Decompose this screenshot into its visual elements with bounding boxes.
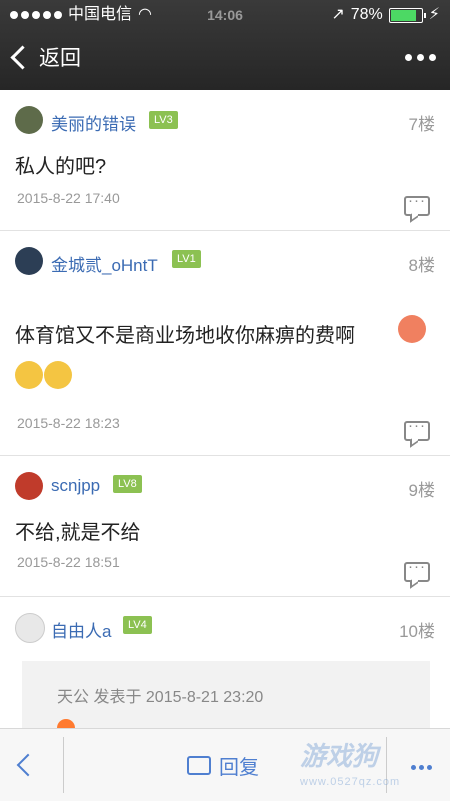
quote-header: 天公 发表于 2015-8-21 23:20 [57, 689, 264, 706]
more-options-button[interactable] [411, 765, 432, 770]
level-badge: LV4 [123, 616, 152, 634]
floor-number: 7楼 [408, 115, 435, 134]
smirk-emoji-icon [15, 361, 43, 389]
watermark-text: 游戏狗 [300, 741, 379, 771]
nav-bar: 返回 [0, 30, 450, 90]
post-list: 美丽的错误 LV3 7楼 私人的吧? 2015-8-22 17:40 金城贰_o… [0, 90, 450, 751]
floor-number: 8楼 [408, 256, 435, 275]
level-badge: LV3 [149, 111, 178, 129]
avatar[interactable] [15, 247, 43, 275]
status-bar: 中国电信 ◠ 14:06 ↗ 78% ⚡ [0, 0, 450, 30]
post-timestamp: 2015-8-22 18:23 [17, 415, 120, 431]
more-dots-icon [405, 54, 412, 61]
level-badge: LV8 [113, 475, 142, 493]
username[interactable]: scnjpp [51, 476, 100, 496]
watermark-url: www.0527qz.com [300, 776, 401, 788]
angry-emoji-icon [398, 315, 426, 343]
level-badge: LV1 [172, 250, 201, 268]
post-item: 美丽的错误 LV3 7楼 私人的吧? 2015-8-22 17:40 [0, 90, 450, 231]
status-right: ↗ 78% ⚡ [331, 0, 440, 30]
reply-button[interactable]: 回复 [187, 751, 259, 780]
floor-number: 10楼 [399, 622, 435, 641]
avatar[interactable] [15, 613, 45, 643]
divider [63, 737, 64, 793]
reply-label: 回复 [219, 757, 259, 779]
comment-icon [187, 756, 211, 775]
more-button[interactable] [405, 54, 436, 61]
back-label: 返回 [39, 47, 81, 70]
post-timestamp: 2015-8-22 17:40 [17, 190, 120, 206]
username[interactable]: 美丽的错误 [51, 110, 136, 135]
charging-icon: ⚡ [428, 6, 440, 23]
chevron-left-icon [10, 44, 35, 70]
watermark: 游戏狗 www.0527qz.com [300, 743, 400, 795]
battery-icon [388, 7, 426, 23]
post-item: scnjpp LV8 9楼 不给,就是不给 2015-8-22 18:51 [0, 456, 450, 597]
post-content: 私人的吧? [15, 156, 107, 178]
username[interactable]: 自由人a [51, 617, 111, 642]
reply-icon[interactable] [404, 558, 430, 582]
post-item: 金城贰_oHntT LV1 8楼 体育馆又不是商业场地收你麻痹的费啊 2015-… [0, 231, 450, 456]
battery-percent: 78% [350, 6, 383, 23]
top-bar: 中国电信 ◠ 14:06 ↗ 78% ⚡ 返回 [0, 0, 450, 90]
post-content: 不给,就是不给 [15, 522, 141, 544]
post-content: 体育馆又不是商业场地收你麻痹的费啊 [15, 325, 355, 347]
reply-icon[interactable] [404, 192, 430, 216]
location-arrow-icon: ↗ [331, 6, 345, 23]
floor-number: 9楼 [408, 481, 435, 500]
chevron-left-icon[interactable] [16, 753, 40, 777]
post-item: 自由人a LV4 10楼 天公 发表于 2015-8-21 23:20 [0, 597, 450, 751]
back-button[interactable]: 返回 [10, 42, 81, 72]
thinking-emoji-icon [44, 361, 72, 389]
reply-icon[interactable] [404, 417, 430, 441]
avatar[interactable] [15, 106, 43, 134]
post-timestamp: 2015-8-22 18:51 [17, 554, 120, 570]
username[interactable]: 金城贰_oHntT [51, 251, 158, 276]
avatar[interactable] [15, 472, 43, 500]
bottom-toolbar: 回复 游戏狗 www.0527qz.com [0, 728, 450, 801]
